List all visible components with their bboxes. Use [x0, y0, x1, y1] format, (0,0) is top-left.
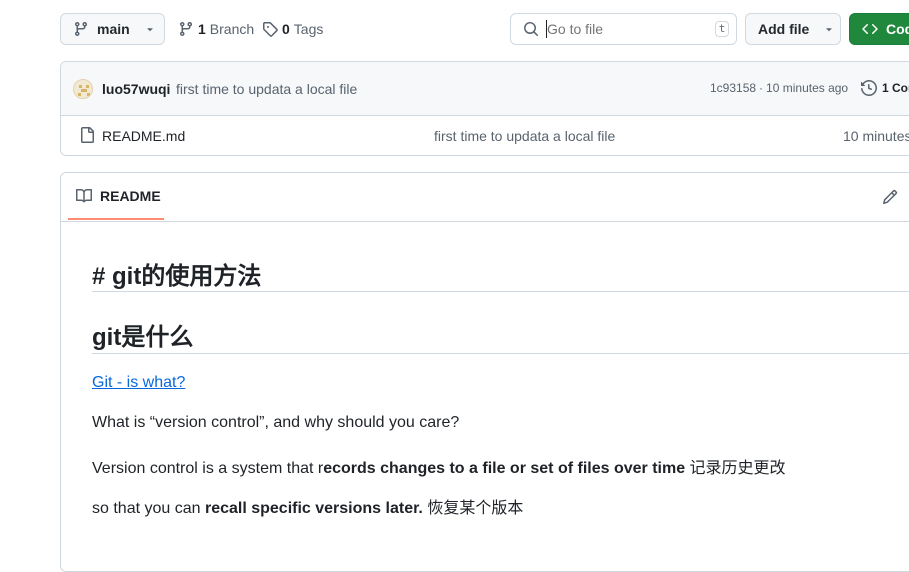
readme-tab-label: README	[100, 187, 161, 204]
commit-time: 10 minutes ago	[766, 81, 849, 95]
tag-count: 0	[282, 21, 290, 37]
branch-count: 1	[198, 21, 206, 37]
book-icon	[76, 188, 92, 204]
branches-link[interactable]: 1 Branch	[178, 20, 254, 38]
p3-bold: recall specific versions later.	[204, 500, 423, 517]
tags-link[interactable]: 0 Tags	[262, 20, 323, 38]
file-icon	[79, 127, 95, 143]
branch-label: Branch	[209, 21, 255, 37]
p3-chinese: 恢复某个版本	[422, 500, 524, 517]
chevron-down-icon	[144, 23, 156, 35]
readme-heading-1: # git的使用方法	[92, 263, 262, 290]
go-to-file-search[interactable]: t	[510, 13, 737, 45]
tag-icon	[262, 21, 278, 37]
file-commit-message[interactable]: first time to updata a local file	[434, 128, 615, 144]
file-name[interactable]: README.md	[102, 128, 185, 144]
file-commit-time: 10 minutes ago	[843, 128, 909, 144]
git-branch-icon	[178, 21, 194, 37]
p2-bold: ecords changes to a file or set of files…	[323, 460, 686, 477]
branch-name: main	[97, 21, 130, 37]
code-icon	[862, 21, 878, 37]
commit-meta: 1c93158 · 10 minutes ago	[710, 81, 848, 95]
pencil-icon[interactable]	[882, 189, 898, 205]
readme-paragraph-3: so that you can recall specific versions…	[92, 494, 523, 518]
readme-heading-2: git是什么	[92, 324, 194, 351]
p3-text: so that you can	[92, 500, 205, 517]
readme-paragraph-2: Version control is a system that records…	[92, 454, 786, 478]
p2-chinese: 记录历史更改	[685, 460, 786, 477]
meta-separator: ·	[759, 81, 764, 95]
tag-label: Tags	[293, 21, 324, 37]
readme-paragraph-1: What is “version control”, and why shoul…	[92, 414, 460, 431]
git-is-what-link[interactable]: Git - is what?	[92, 374, 185, 392]
code-button[interactable]: Code	[849, 13, 909, 45]
search-input[interactable]	[547, 21, 697, 37]
commits-count-label: 1 Commit	[882, 81, 909, 95]
search-icon	[523, 21, 539, 37]
add-file-label: Add file	[758, 21, 810, 37]
shortcut-key-badge: t	[715, 21, 729, 37]
p2-text: Version control is a system that r	[92, 460, 324, 477]
readme-header	[61, 173, 909, 222]
commit-hash[interactable]: 1c93158	[710, 81, 756, 95]
add-file-button[interactable]: Add file	[745, 13, 841, 45]
git-branch-icon	[73, 21, 89, 37]
readme-tab[interactable]: README	[68, 173, 164, 220]
branch-select-button[interactable]: main	[60, 13, 165, 45]
heading-2-divider	[92, 353, 909, 354]
commits-history-link[interactable]: 1 Commit	[861, 80, 909, 96]
commit-message[interactable]: first time to updata a local file	[176, 81, 357, 97]
chevron-down-icon	[823, 23, 835, 35]
code-label: Code	[886, 21, 909, 37]
commit-author[interactable]: luo57wuqi	[102, 81, 170, 97]
file-row[interactable]: README.md first time to updata a local f…	[61, 115, 909, 155]
avatar[interactable]	[73, 79, 93, 99]
history-icon	[861, 80, 877, 96]
heading-1-divider	[92, 291, 909, 292]
